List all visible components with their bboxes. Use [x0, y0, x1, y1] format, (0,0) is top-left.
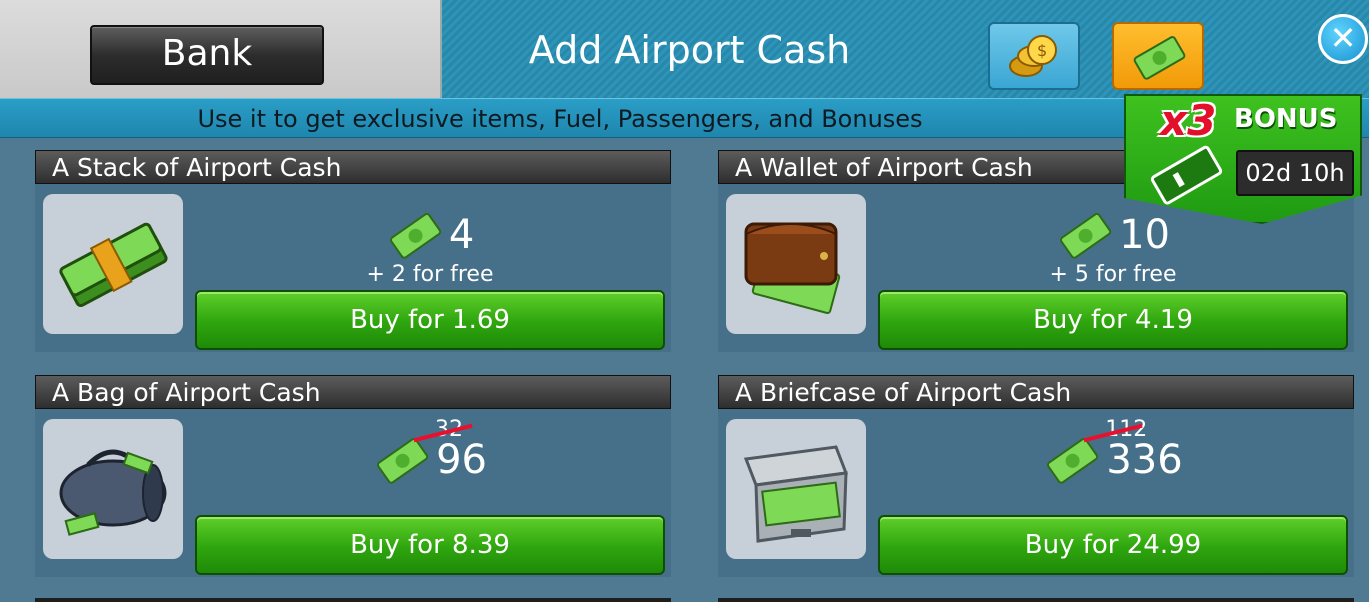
- briefcase-icon: [743, 445, 849, 543]
- pack-card-stack: A Stack of Airport Cash 4 + 2 for free B…: [35, 150, 671, 352]
- card-image: [726, 419, 866, 559]
- cash-icon: [1133, 36, 1186, 80]
- coins-icon: $: [1009, 35, 1057, 77]
- wallet-icon: [744, 222, 841, 314]
- card-header: A Bag of Airport Cash: [35, 375, 671, 409]
- card-image: [726, 194, 866, 334]
- buy-button[interactable]: Buy for 8.39: [195, 515, 665, 575]
- pack-card-bag: A Bag of Airport Cash 32 96 Buy for 8.39: [35, 375, 671, 577]
- buy-button[interactable]: Buy for 24.99: [878, 515, 1348, 575]
- amount: 4: [195, 210, 665, 260]
- bonus-multiplier: x3: [1160, 96, 1217, 145]
- cash-icon: [1047, 437, 1099, 484]
- cash-stack-icon: [59, 222, 168, 307]
- cash-icon: [389, 212, 441, 259]
- tab-coins[interactable]: $: [988, 22, 1080, 90]
- free-bonus-text: + 2 for free: [366, 262, 494, 287]
- amount-value: 336: [1106, 437, 1183, 483]
- bonus-label: BONUS: [1234, 104, 1338, 134]
- card-header: A Stack of Airport Cash: [35, 150, 671, 184]
- buy-button[interactable]: Buy for 4.19: [878, 290, 1348, 350]
- amount-value: 10: [1119, 212, 1170, 258]
- svg-text:$: $: [1037, 41, 1047, 60]
- card-title: A Briefcase of Airport Cash: [735, 378, 1072, 407]
- amount-value: 96: [436, 437, 487, 483]
- card-image: [43, 194, 183, 334]
- cash-icon: [1060, 212, 1112, 259]
- buy-button[interactable]: Buy for 1.69: [195, 290, 665, 350]
- card-title: A Bag of Airport Cash: [52, 378, 321, 407]
- pack-card-briefcase: A Briefcase of Airport Cash 112 336 Buy …: [718, 375, 1354, 577]
- close-button[interactable]: ✕: [1318, 14, 1368, 64]
- card-header: A Briefcase of Airport Cash: [718, 375, 1354, 409]
- bank-tab-area: Bank: [0, 0, 442, 98]
- amount: 32 96: [195, 417, 665, 485]
- tab-cash[interactable]: [1112, 22, 1204, 90]
- bonus-cash-icon: [1150, 145, 1223, 205]
- free-bonus-text: + 5 for free: [1049, 262, 1177, 287]
- page-title: Add Airport Cash: [528, 28, 851, 72]
- cash-icon: [377, 437, 429, 484]
- amount: 112 336: [878, 417, 1348, 485]
- next-card-edge: [718, 598, 1354, 602]
- duffel-bag-icon: [59, 449, 167, 536]
- card-title: A Wallet of Airport Cash: [735, 153, 1033, 182]
- amount-value: 4: [448, 212, 475, 258]
- next-card-edge: [35, 598, 671, 602]
- header: Bank Add Airport Cash $ ✕: [0, 0, 1369, 98]
- card-title: A Stack of Airport Cash: [52, 153, 342, 182]
- bank-button[interactable]: Bank: [90, 25, 324, 85]
- bonus-timer: 02d 10h: [1236, 150, 1354, 196]
- subtitle-text: Use it to get exclusive items, Fuel, Pas…: [197, 105, 923, 133]
- card-image: [43, 419, 183, 559]
